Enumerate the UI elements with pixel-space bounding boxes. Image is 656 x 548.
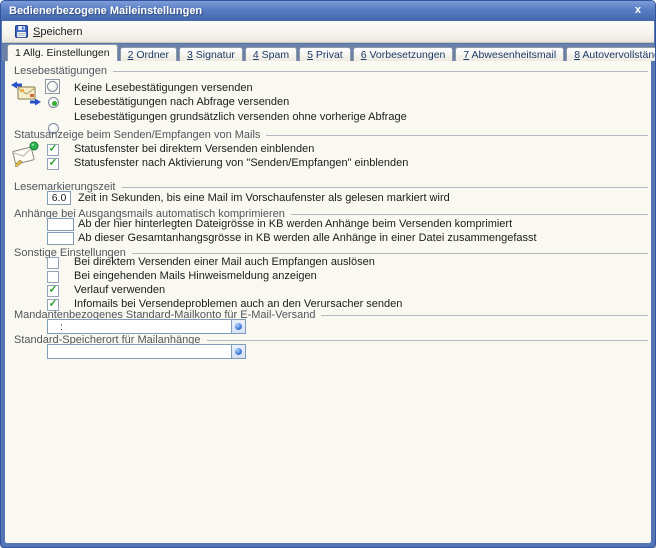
- toolbar: Speichern: [2, 21, 654, 43]
- standard-mailkonto-combo[interactable]: :: [47, 319, 246, 334]
- screen: Bedienerbezogene Maileinstellungen x Spe…: [0, 0, 656, 548]
- check-icon: ✓: [49, 159, 57, 169]
- section-divider: [122, 187, 649, 188]
- settings-window: Bedienerbezogene Maileinstellungen x Spe…: [0, 0, 656, 548]
- read-mark-seconds-input[interactable]: [47, 191, 71, 205]
- combo-value[interactable]: [47, 344, 231, 359]
- section-divider: [113, 71, 648, 72]
- save-icon: [15, 25, 28, 38]
- titlebar: Bedienerbezogene Maileinstellungen x: [1, 1, 655, 21]
- read-mark-label: Zeit in Sekunden, bis eine Mail im Vorsc…: [78, 192, 450, 204]
- checkbox-label: Bei direktem Versenden einer Mail auch E…: [74, 256, 375, 268]
- section-divider: [321, 315, 648, 316]
- combine-size-label: Ab dieser Gesamtanhangsgrösse in KB werd…: [78, 232, 537, 244]
- send-receive-mail-icon: [11, 81, 41, 107]
- checkbox-label: Bei eingehenden Mails Hinweismeldung anz…: [74, 270, 317, 282]
- section-divider: [291, 214, 648, 215]
- radio-nach-abfrage[interactable]: [48, 97, 59, 108]
- close-icon[interactable]: x: [631, 3, 645, 17]
- compress-size-label: Ab der hier hinterlegten Dateigrösse in …: [78, 218, 512, 230]
- tab-autovervollstaendigung[interactable]: 8 Autovervollständigung: [566, 47, 656, 61]
- tab-privat[interactable]: 5 Privat: [299, 47, 351, 61]
- radio-label: Lesebestätigungen grundsätzlich versende…: [74, 111, 407, 123]
- checkbox-verlauf[interactable]: ✓: [47, 285, 59, 297]
- check-icon: ✓: [49, 300, 57, 310]
- save-button[interactable]: Speichern: [8, 22, 90, 41]
- check-icon: ✓: [49, 145, 57, 155]
- dropdown-icon: [235, 323, 242, 330]
- combo-value[interactable]: :: [47, 319, 231, 334]
- checkbox-empfangen-ausloesen[interactable]: ✓: [47, 257, 59, 269]
- checkbox-statusfenster-sendenempfangen[interactable]: ✓: [47, 158, 59, 170]
- checkbox-label: Verlauf verwenden: [74, 284, 165, 296]
- save-button-label: Speichern: [33, 26, 83, 38]
- tab-spam[interactable]: 4 Spam: [245, 47, 297, 61]
- checkbox-label: Statusfenster bei direktem Versenden ein…: [74, 143, 314, 155]
- compress-size-kb-input[interactable]: [47, 218, 74, 231]
- tab-content-allg-einstellungen: Lesebestätigungen Keine Lesebestätigunge…: [5, 61, 651, 543]
- combo-dropdown-button[interactable]: [231, 319, 246, 334]
- checkbox-label: Statusfenster nach Aktivierung von "Send…: [74, 157, 408, 169]
- combo-dropdown-button[interactable]: [231, 344, 246, 359]
- dropdown-icon: [235, 348, 242, 355]
- section-divider: [266, 135, 648, 136]
- check-icon: ✓: [49, 286, 57, 296]
- tab-ordner[interactable]: 2 Ordner: [120, 47, 177, 61]
- section-header-statusanzeige: Statusanzeige beim Senden/Empfangen von …: [14, 129, 648, 141]
- tab-allg-einstellungen[interactable]: 1 Allg. Einstellungen: [7, 44, 118, 61]
- tab-signatur[interactable]: 3 Signatur: [179, 47, 243, 61]
- speicherort-combo[interactable]: [47, 344, 246, 359]
- checkbox-hinweismeldung[interactable]: ✓: [47, 271, 59, 283]
- section-header-lesebestaetigungen: Lesebestätigungen: [14, 65, 648, 77]
- window-title: Bedienerbezogene Maileinstellungen: [9, 5, 202, 17]
- section-divider: [132, 253, 648, 254]
- radio-label: Lesebestätigungen nach Abfrage versenden: [74, 96, 289, 108]
- status-mail-icon: [10, 140, 42, 169]
- radio-keine-lesebestaetigungen[interactable]: [45, 79, 60, 94]
- radio-label: Keine Lesebestätigungen versenden: [74, 82, 253, 94]
- tab-bar: 1 Allg. Einstellungen 2 Ordner 3 Signatu…: [2, 44, 654, 61]
- combine-size-kb-input[interactable]: [47, 232, 74, 245]
- checkbox-statusfenster-direkt[interactable]: ✓: [47, 144, 59, 156]
- radio-circle: [47, 81, 58, 92]
- tab-abwesenheitsmail[interactable]: 7 Abwesenheitsmail: [455, 47, 564, 61]
- section-divider: [207, 340, 648, 341]
- tab-vorbesetzungen[interactable]: 6 Vorbesetzungen: [353, 47, 454, 61]
